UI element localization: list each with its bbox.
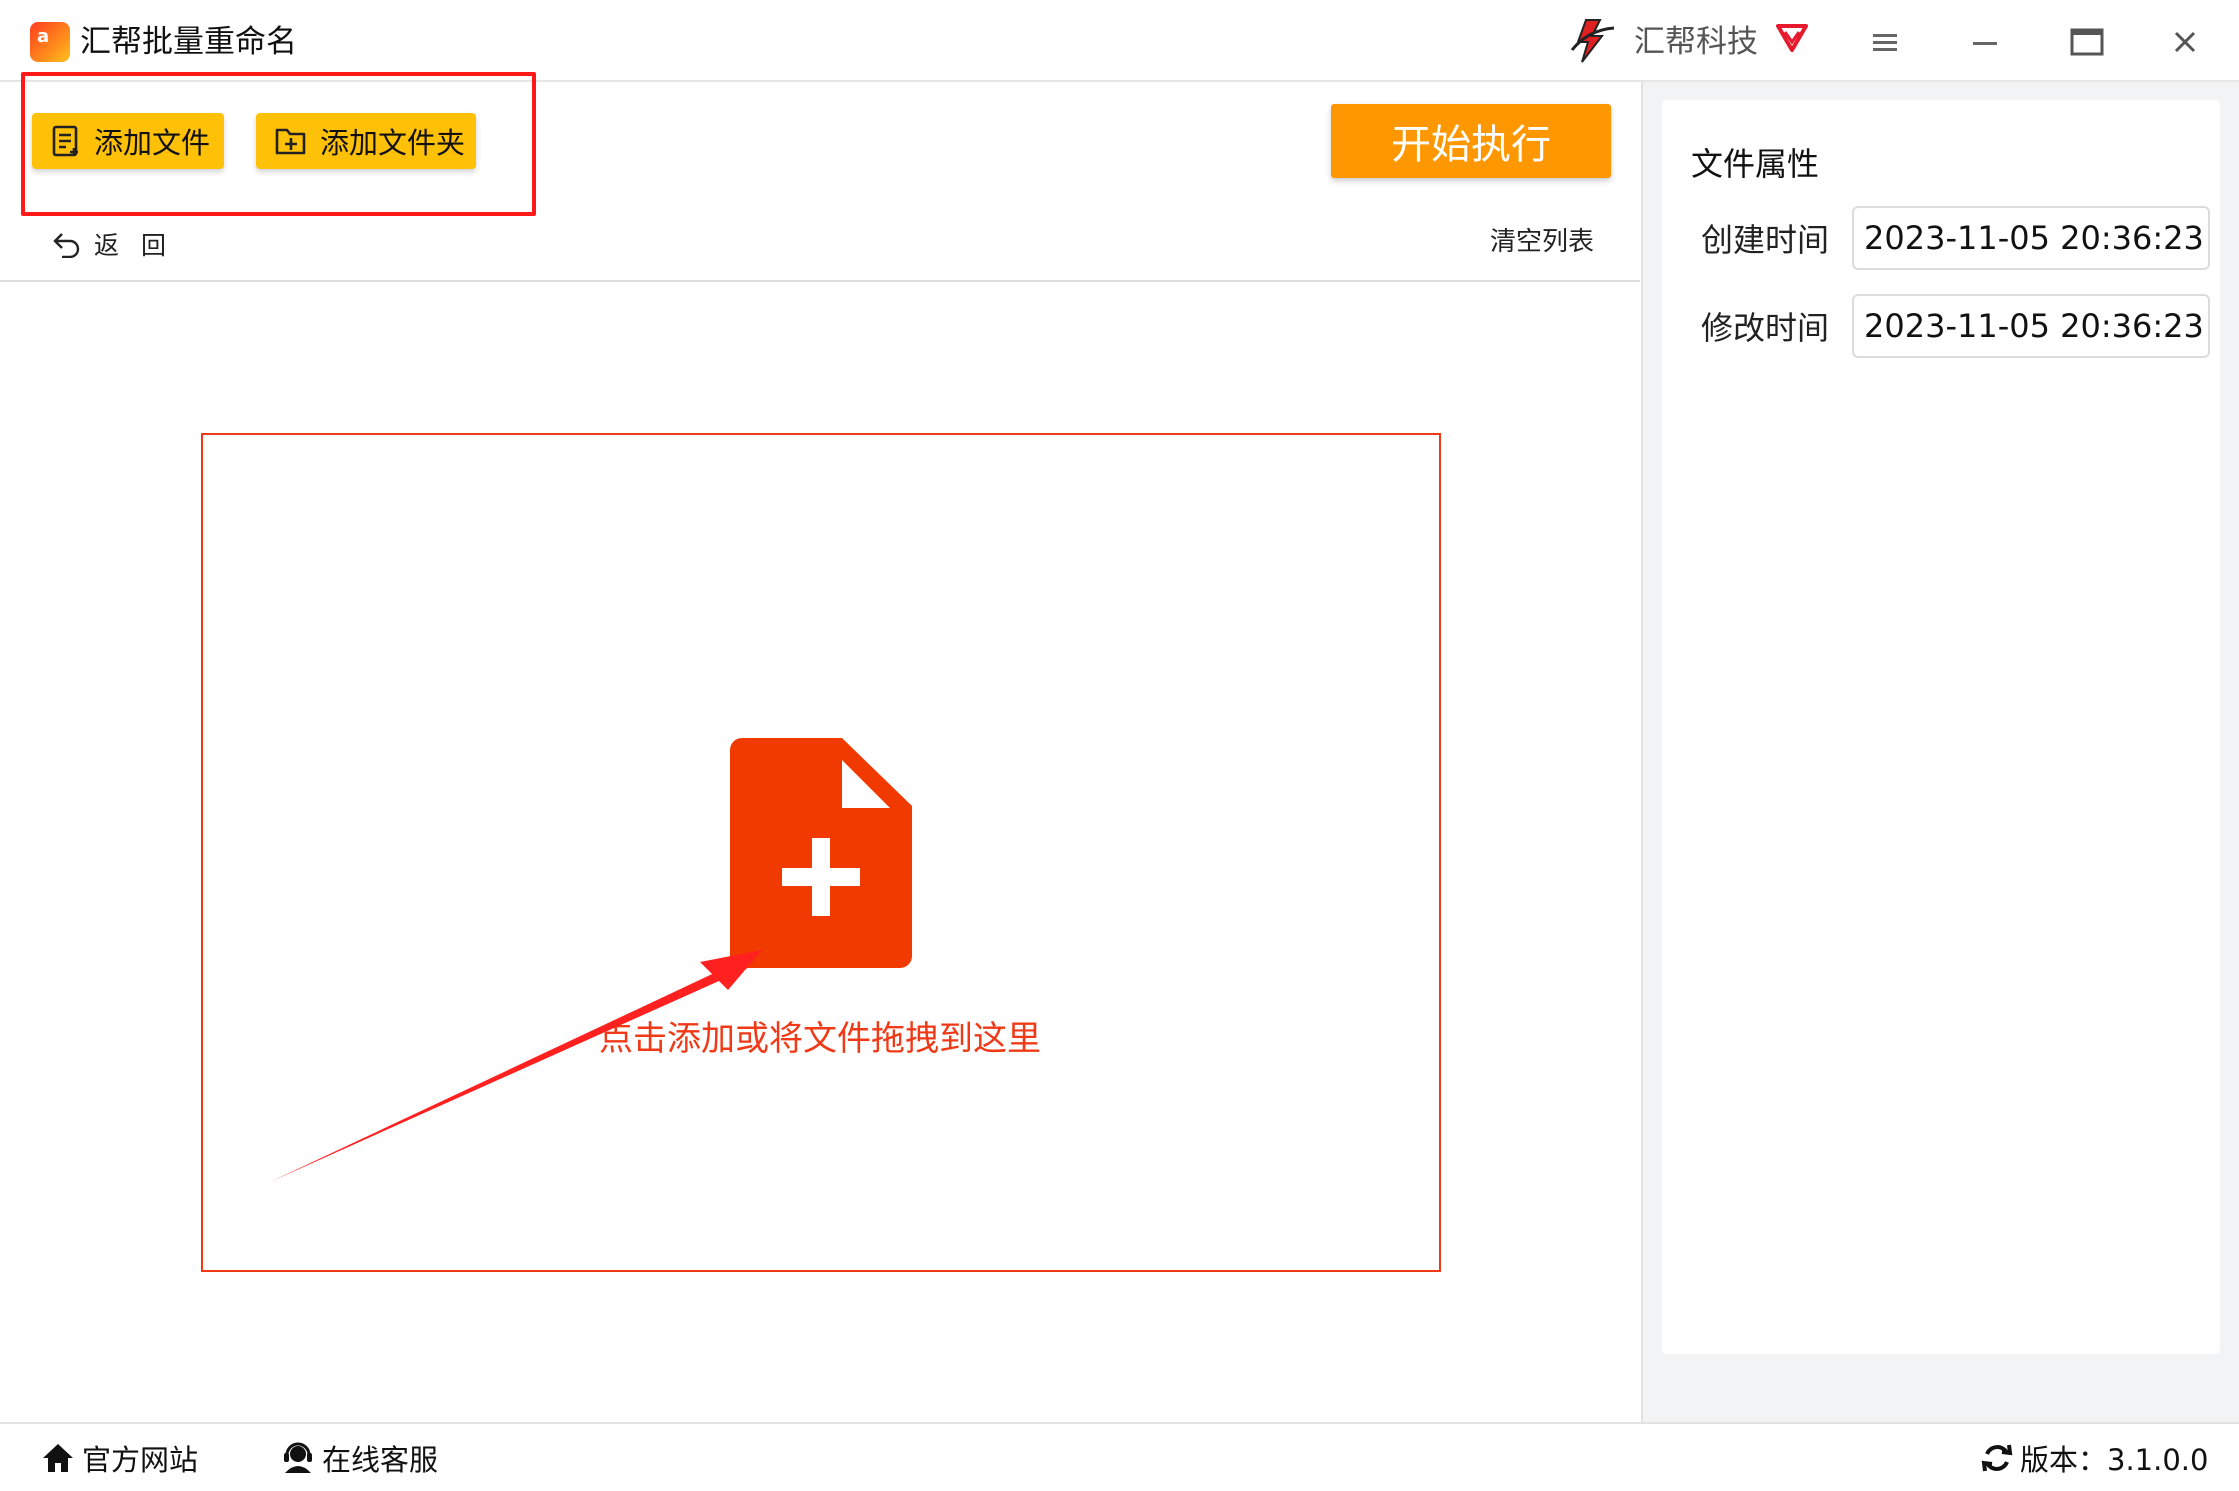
app-title: 汇帮批量重命名 (80, 24, 297, 60)
close-icon (2174, 31, 2196, 53)
menu-button[interactable] (1850, 14, 1920, 70)
official-site-label: 官方网站 (82, 1443, 199, 1477)
start-button[interactable]: 开始执行 (1331, 104, 1611, 178)
file-plus-icon[interactable] (730, 738, 912, 968)
clear-list-button[interactable]: 清空列表 (1490, 222, 1594, 262)
modified-time-field[interactable]: 2023-11-05 20:36:23 (1852, 294, 2210, 358)
refresh-icon (1981, 1444, 2013, 1472)
minimize-icon (1973, 42, 1997, 45)
minimize-button[interactable] (1950, 14, 2020, 70)
brand-name: 汇帮科技 (1634, 24, 1758, 60)
close-button[interactable] (2150, 14, 2220, 70)
maximize-icon (2070, 28, 2104, 56)
properties-title: 文件属性 (1691, 145, 1820, 183)
hamburger-icon (1873, 34, 1897, 51)
highlight-annotation-box (21, 72, 536, 216)
version-info[interactable]: 版本：3.1.0.0 (1980, 1437, 2208, 1479)
app-logo-text: a (37, 26, 50, 47)
modified-time-label: 修改时间 (1701, 309, 1830, 347)
created-time-field[interactable]: 2023-11-05 20:36:23 (1852, 206, 2210, 270)
official-site-link[interactable]: 官方网站 (40, 1437, 198, 1479)
maximize-button[interactable] (2050, 14, 2120, 70)
undo-icon (53, 233, 80, 258)
version-label: 版本：3.1.0.0 (2020, 1443, 2209, 1477)
online-service-link[interactable]: 在线客服 (280, 1437, 438, 1479)
back-label: 返回 (94, 231, 189, 260)
drop-zone-hint: 点击添加或将文件拖拽到这里 (599, 1019, 1041, 1059)
vip-diamond-icon[interactable] (1774, 18, 1810, 54)
headset-icon (284, 1442, 312, 1473)
created-time-label: 创建时间 (1701, 221, 1830, 259)
online-service-label: 在线客服 (322, 1443, 439, 1477)
home-icon (43, 1444, 73, 1472)
app-logo-icon: a (30, 22, 70, 62)
toolbar-divider (0, 280, 1640, 282)
brand-logo-icon (1570, 19, 1615, 63)
back-button[interactable]: 返回 (52, 226, 188, 262)
properties-card (1662, 100, 2220, 1354)
